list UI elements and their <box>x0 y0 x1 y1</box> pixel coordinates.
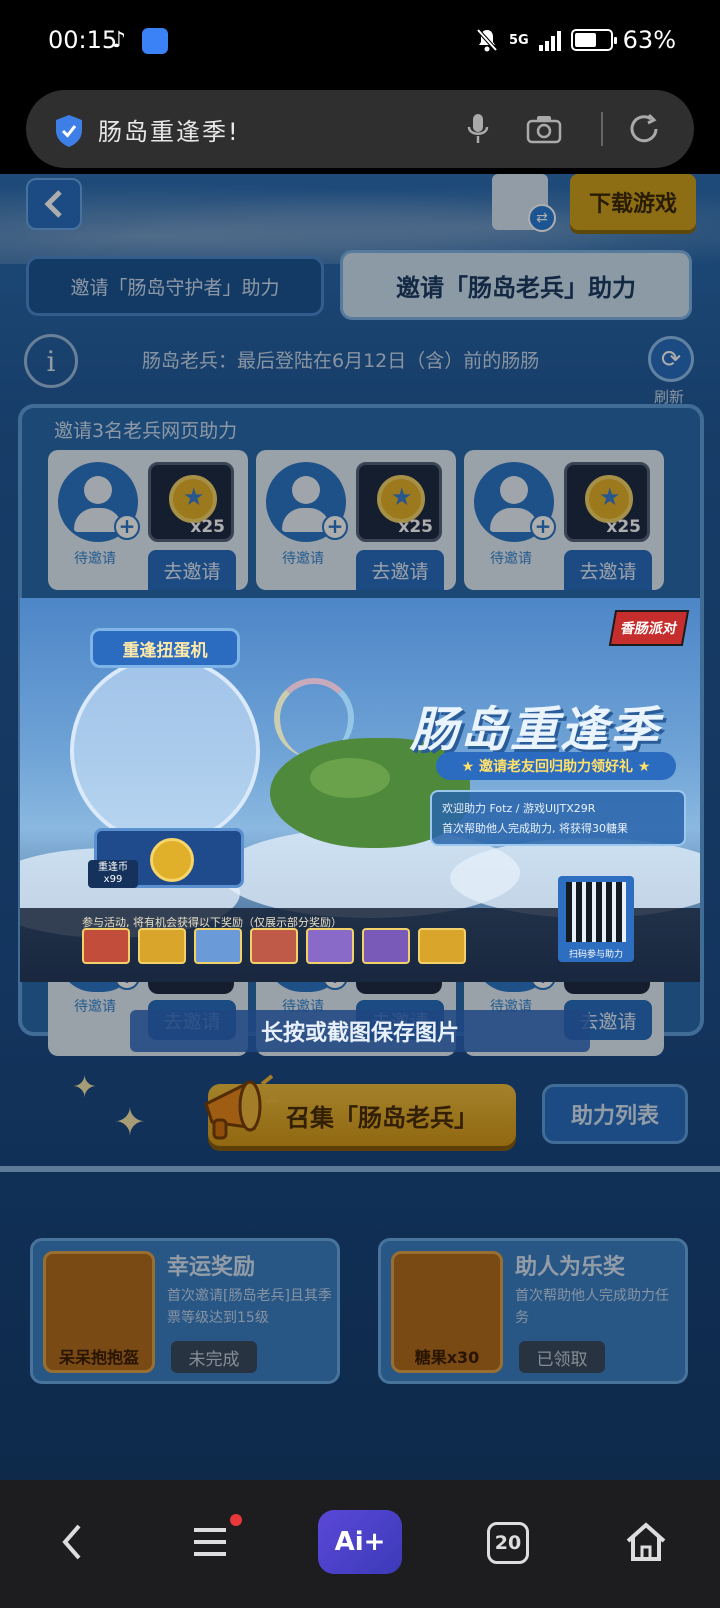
address-bar[interactable]: 肠岛重逢季! <box>26 90 694 168</box>
notification-dot <box>230 1514 242 1526</box>
prize-thumbnail <box>138 928 186 964</box>
reload-icon[interactable] <box>627 112 661 146</box>
signal-icon <box>538 29 561 51</box>
save-image-hint: 长按或截图保存图片 <box>130 1010 590 1052</box>
prize-thumbnail <box>362 928 410 964</box>
prize-thumbnail <box>194 928 242 964</box>
status-time: 00:15 <box>48 26 118 54</box>
prize-thumbnail <box>250 928 298 964</box>
prize-thumbnail <box>82 928 130 964</box>
gacha-sign: 重逢扭蛋机 <box>90 628 240 668</box>
browser-toolbar: 肠岛重逢季! <box>0 86 720 174</box>
network-type: 5G <box>508 32 529 48</box>
battery-percent: 63% <box>622 26 676 54</box>
app-notification-icon <box>142 28 168 54</box>
chevron-left-icon <box>62 1524 81 1560</box>
invite-code-line: 欢迎助力 Fotz / 游戏UIJTX29R <box>442 802 596 815</box>
invite-reward-line: 首次帮助他人完成助力, 将获得30糖果 <box>442 822 628 835</box>
back-nav-button[interactable] <box>40 1510 104 1574</box>
battery-icon <box>570 29 617 51</box>
game-logo: 香肠派对 <box>608 610 690 646</box>
qr-code-block: 扫码参与助力 <box>558 876 634 962</box>
promo-subtitle: ★ 邀请老友回归助力领好礼 ★ <box>436 752 676 780</box>
qr-label: 扫码参与助力 <box>568 950 623 960</box>
home-button[interactable] <box>614 1510 678 1574</box>
status-bar: 00:15 ♪ 5G 63% <box>0 0 720 86</box>
gacha-machine: 重逢扭蛋机 重逢币 x99 <box>70 628 260 888</box>
gacha-globe <box>70 656 260 846</box>
tabs-count-button[interactable]: 20 <box>487 1522 529 1564</box>
promo-invite-box: 欢迎助力 Fotz / 游戏UIJTX29R 首次帮助他人完成助力, 将获得30… <box>430 790 686 846</box>
qr-code-icon <box>566 882 626 942</box>
coin-slot-icon <box>150 838 194 882</box>
bell-muted-icon <box>476 28 498 52</box>
prize-thumbnail <box>306 928 354 964</box>
microphone-icon[interactable] <box>466 112 490 146</box>
promo-title: 肠岛重逢季 <box>410 702 661 758</box>
tiktok-icon: ♪ <box>112 28 127 53</box>
address-text[interactable]: 肠岛重逢季! <box>98 112 240 147</box>
shield-check-icon <box>56 115 82 147</box>
ai-assistant-button[interactable]: Ai+ <box>318 1510 402 1574</box>
home-icon <box>626 1522 666 1561</box>
browser-nav-bar: Ai+ 20 <box>0 1480 720 1608</box>
toolbar-divider <box>601 112 603 146</box>
promo-poster-image[interactable]: 重逢扭蛋机 重逢币 x99 香肠派对 肠岛重逢季 ★ 邀请老友回归助力领好礼 ★… <box>20 598 700 982</box>
gacha-currency-tag: 重逢币 x99 <box>88 860 138 888</box>
camera-icon[interactable] <box>526 114 562 144</box>
prize-thumbnail <box>418 928 466 964</box>
menu-icon <box>194 1528 226 1556</box>
